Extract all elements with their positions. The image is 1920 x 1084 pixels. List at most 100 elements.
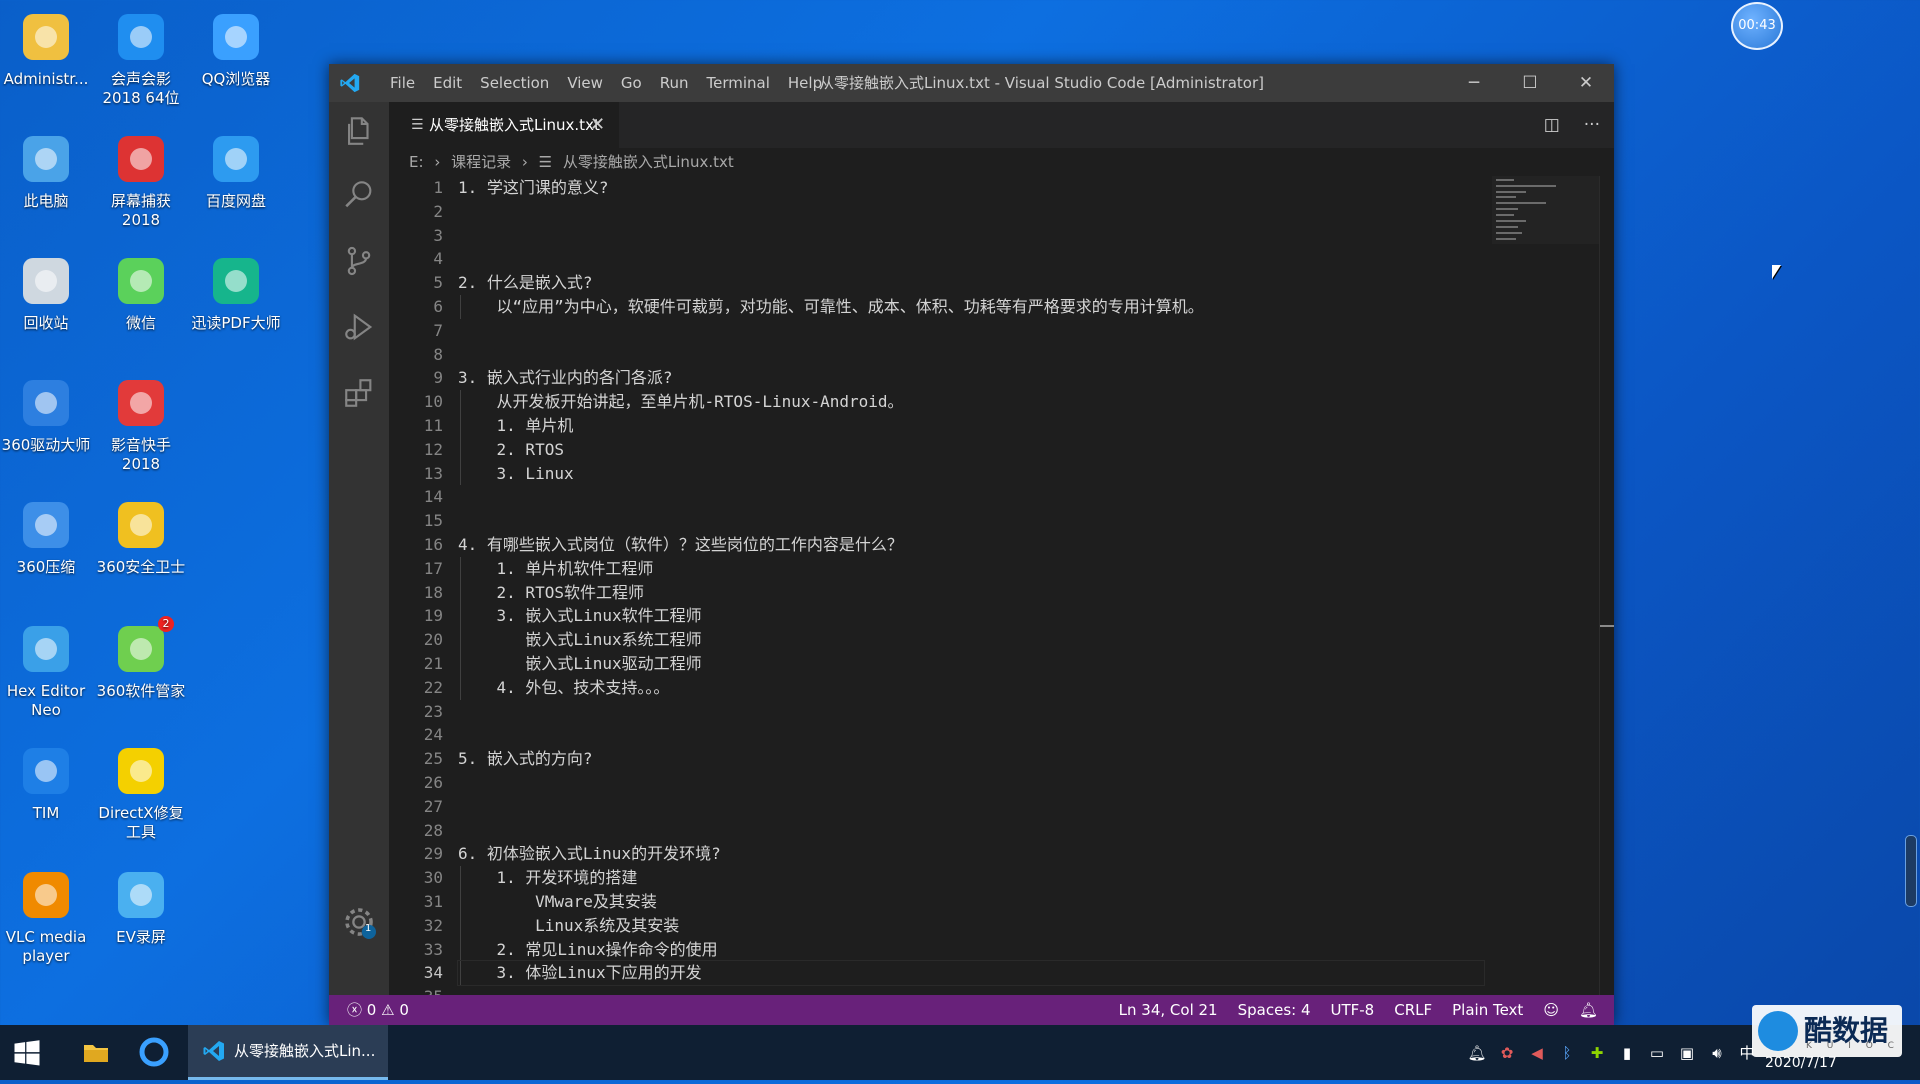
code-line[interactable] [458, 795, 1484, 819]
notification-icon[interactable]: 🔔︎ [1462, 1044, 1492, 1062]
code-line[interactable] [458, 771, 1484, 795]
code-content[interactable]: 1. 学这门课的意义? 2. 什么是嵌入式? 以“应用”为中心，软硬件可裁剪，对功… [457, 176, 1485, 995]
source-control-icon[interactable] [342, 244, 376, 278]
maximize-button[interactable]: ☐ [1502, 64, 1558, 102]
desktop-shortcut[interactable]: EV录屏 [95, 866, 187, 947]
code-line[interactable] [458, 723, 1484, 747]
menu-item[interactable]: View [558, 64, 612, 102]
desktop-shortcut[interactable]: Administr... [0, 8, 92, 89]
indentation[interactable]: Spaces: 4 [1238, 995, 1311, 1025]
floating-volume-widget[interactable] [1905, 835, 1917, 907]
taskbar-date[interactable]: 2020/7/17 [1765, 1055, 1837, 1071]
battery-icon[interactable]: ▭ [1642, 1044, 1672, 1062]
desktop-shortcut[interactable]: 微信 [95, 252, 187, 333]
code-line[interactable]: 1. 单片机 [458, 413, 1484, 438]
desktop-shortcut[interactable]: Hex Editor Neo [0, 620, 92, 720]
desktop-shortcut[interactable]: 回收站 [0, 252, 92, 333]
taskbar-app-vscode[interactable]: 从零接触嵌入式Lin... [188, 1025, 388, 1080]
windows-start-icon[interactable] [12, 1038, 42, 1068]
code-line[interactable] [458, 319, 1484, 343]
menu-item[interactable]: File [381, 64, 424, 102]
code-line[interactable]: 1. 开发环境的搭建 [458, 866, 1484, 890]
code-line[interactable]: 4. 有哪些嵌入式岗位（软件）？这些岗位的工作内容是什么？ [458, 533, 1484, 557]
extensions-icon[interactable] [342, 376, 376, 410]
floating-clock-widget[interactable]: 00:43 [1731, 2, 1783, 50]
microphone-icon[interactable]: ▮ [1612, 1044, 1642, 1062]
more-actions-icon[interactable]: ··· [1584, 115, 1600, 135]
breadcrumb-file[interactable]: 从零接触嵌入式Linux.txt [563, 153, 734, 171]
code-line[interactable]: 以“应用”为中心，软硬件可裁剪，对功能、可靠性、成本、体积、功耗等有严格要求的专… [458, 294, 1484, 319]
code-line[interactable]: 3. 嵌入式Linux软件工程师 [458, 604, 1484, 629]
code-line[interactable]: 4. 外包、技术支持。。。 [458, 675, 1484, 700]
breadcrumb-drive[interactable]: E: [409, 153, 424, 171]
desktop-shortcut[interactable]: QQ浏览器 [190, 8, 282, 89]
minimap[interactable] [1492, 176, 1602, 244]
code-line[interactable] [458, 224, 1484, 248]
tray-app-icon[interactable]: ✿ [1492, 1044, 1522, 1062]
menu-item[interactable]: Run [651, 64, 698, 102]
code-line[interactable]: 3. 嵌入式行业内的各门各派? [458, 366, 1484, 390]
menu-item[interactable]: Edit [424, 64, 471, 102]
menu-item[interactable]: Selection [471, 64, 558, 102]
split-editor-icon[interactable]: ◫ [1544, 115, 1560, 135]
desktop-shortcut[interactable]: 影音快手 2018 [95, 374, 187, 474]
code-line[interactable] [458, 985, 1484, 995]
code-line[interactable] [458, 509, 1484, 533]
minimize-button[interactable]: ─ [1446, 64, 1502, 102]
close-button[interactable]: ✕ [1558, 64, 1614, 102]
code-line[interactable]: 5. 嵌入式的方向? [458, 747, 1484, 771]
desktop-shortcut[interactable]: DirectX修复 工具 [95, 742, 187, 842]
desktop-shortcut[interactable]: 迅读PDF大师 [190, 252, 282, 333]
run-debug-icon[interactable] [342, 310, 376, 344]
code-line[interactable] [458, 343, 1484, 367]
menu-item[interactable]: Go [612, 64, 651, 102]
code-line[interactable]: VMware及其安装 [458, 889, 1484, 914]
language-mode[interactable]: Plain Text [1452, 995, 1523, 1025]
code-line[interactable]: 2. 什么是嵌入式? [458, 271, 1484, 295]
code-line[interactable] [458, 485, 1484, 509]
cursor-position[interactable]: Ln 34, Col 21 [1119, 995, 1218, 1025]
desktop-shortcut[interactable]: 此电脑 [0, 130, 92, 211]
file-explorer-taskbar-icon[interactable] [68, 1025, 124, 1080]
code-line[interactable]: 2. RTOS软件工程师 [458, 580, 1484, 605]
editor-area[interactable]: 1 2 3 4 5 6 7 8 9 10 11 12 13 14 15 16 17 18 19 20 21 22 23 24 2… [389, 176, 1614, 995]
desktop-shortcut[interactable]: 2 360软件管家 [95, 616, 187, 701]
settings-gear-icon[interactable]: 1 [342, 905, 376, 939]
desktop-shortcut[interactable]: 360驱动大师 [0, 374, 92, 455]
desktop-shortcut[interactable]: VLC media player [0, 866, 92, 966]
code-line[interactable] [458, 200, 1484, 224]
network-icon[interactable]: ▣ [1672, 1044, 1702, 1062]
desktop-shortcut[interactable]: 会声会影 2018 64位 [95, 8, 187, 108]
title-bar[interactable]: File Edit Selection View Go Run Terminal Help 从… [329, 64, 1614, 102]
breadcrumb-folder[interactable]: 课程记录 [451, 153, 511, 171]
problems-indicator[interactable]: ⓧ 0 ⚠ 0 [347, 995, 409, 1025]
code-line[interactable]: 1. 单片机软件工程师 [458, 556, 1484, 581]
code-line[interactable] [458, 819, 1484, 843]
code-line[interactable]: 3. Linux [458, 461, 1484, 486]
volume-icon[interactable]: 🔊︎ [1702, 1044, 1732, 1062]
code-line[interactable]: 3. 体验Linux下应用的开发 [457, 960, 1485, 987]
line-ending[interactable]: CRLF [1394, 995, 1432, 1025]
code-line[interactable]: 嵌入式Linux系统工程师 [458, 628, 1484, 652]
code-line[interactable]: 2. 常见Linux操作命令的使用 [458, 937, 1484, 962]
feedback-icon[interactable]: ☺ [1543, 995, 1559, 1025]
code-line[interactable]: 2. RTOS [458, 437, 1484, 462]
encoding[interactable]: UTF-8 [1331, 995, 1375, 1025]
bluetooth-icon[interactable]: ᛒ [1552, 1044, 1582, 1062]
code-line[interactable] [458, 247, 1484, 271]
vertical-scrollbar[interactable] [1599, 176, 1614, 995]
desktop-shortcut[interactable]: TIM [0, 742, 92, 823]
search-icon[interactable] [342, 178, 376, 212]
code-line[interactable]: 嵌入式Linux驱动工程师 [458, 651, 1484, 676]
editor-tab[interactable]: ☰ 从零接触嵌入式Linux.txt ✕ [389, 102, 619, 148]
desktop-shortcut[interactable]: 百度网盘 [190, 130, 282, 211]
code-line[interactable]: Linux系统及其安装 [458, 913, 1484, 938]
desktop-shortcut[interactable]: 屏幕捕获 2018 [95, 130, 187, 230]
tray-speaker-icon[interactable]: ◀ [1522, 1044, 1552, 1062]
code-line[interactable]: 1. 学这门课的意义? [458, 176, 1484, 200]
desktop-shortcut[interactable]: 360压缩 [0, 496, 92, 577]
code-line[interactable]: 从开发板开始讲起，至单片机-RTOS-Linux-Android。 [458, 390, 1484, 414]
tab-close-icon[interactable]: ✕ [590, 102, 605, 148]
notifications-bell-icon[interactable]: 🔔︎ [1579, 995, 1598, 1025]
code-line[interactable]: 6. 初体验嵌入式Linux的开发环境? [458, 842, 1484, 866]
